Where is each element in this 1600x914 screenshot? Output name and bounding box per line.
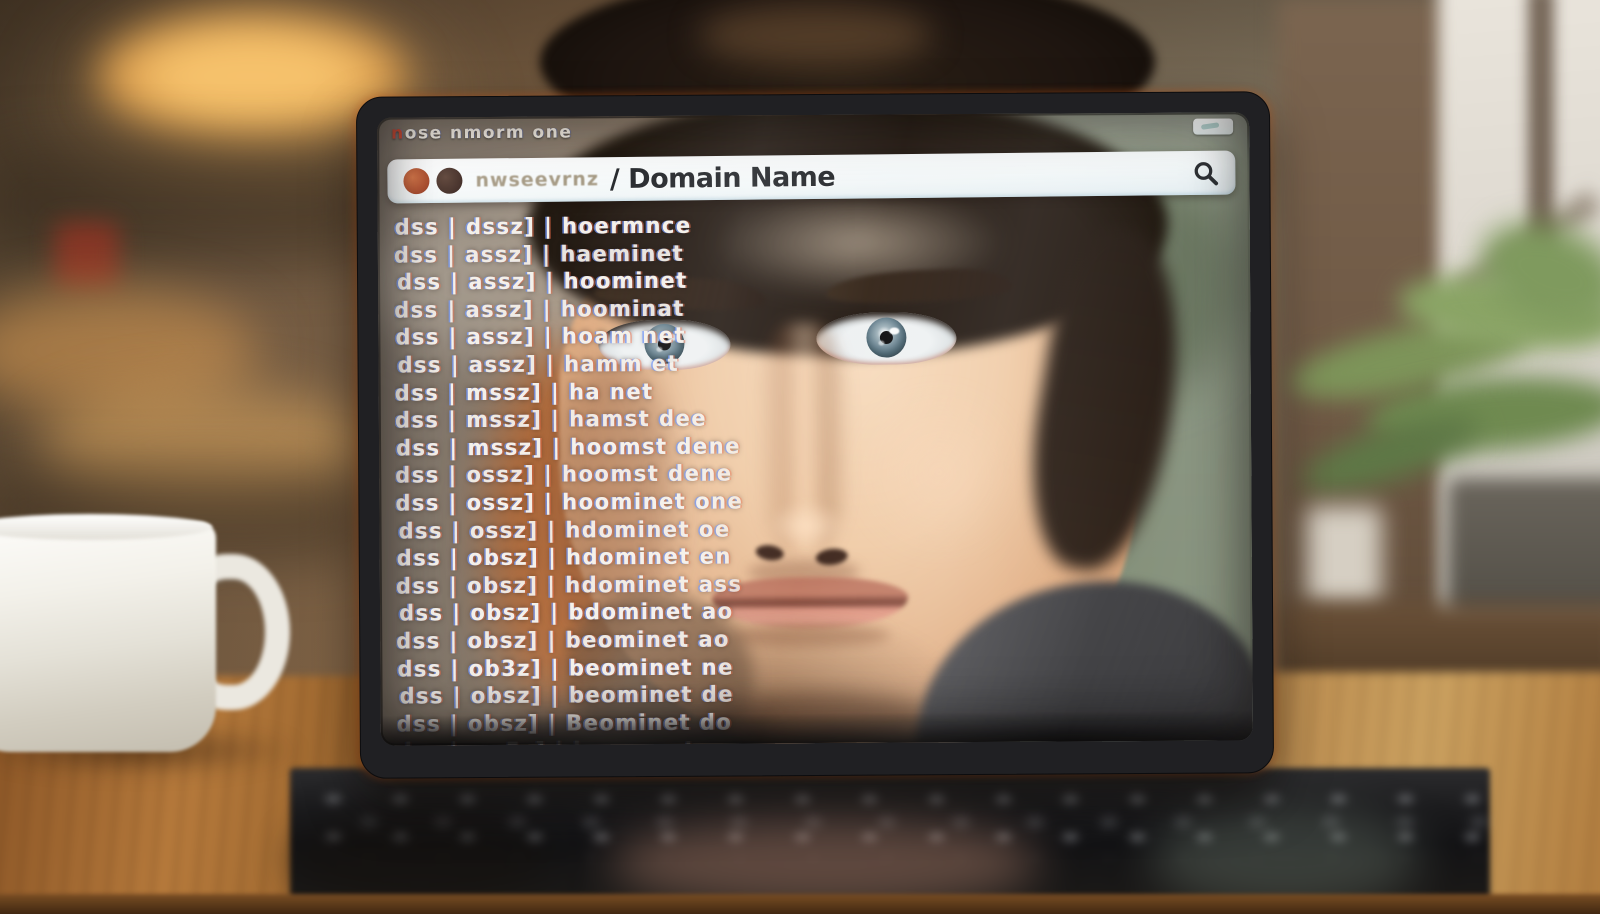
windowsill-item — [1306, 506, 1382, 604]
deck-shadow — [290, 808, 550, 908]
browser-tab-pill[interactable] — [1193, 118, 1233, 134]
search-query-text: / Domain Name — [610, 161, 836, 194]
shelf-red-item — [55, 222, 119, 288]
browser-window-title: nose nmorm one — [391, 122, 572, 143]
deck-reflection — [1150, 808, 1420, 908]
desk-front-edge — [0, 894, 1600, 914]
plant-pot — [1448, 478, 1600, 620]
results-list: dss | dssz] | hoermnce dss | assz] | hae… — [394, 210, 1017, 746]
laptop-keyboard-deck — [290, 768, 1490, 906]
scene: nose nmorm one nwseevrnz / Domain Name d… — [0, 0, 1600, 914]
laptop-screen: nose nmorm one nwseevrnz / Domain Name d… — [377, 112, 1253, 745]
laptop: nose nmorm one nwseevrnz / Domain Name d… — [356, 91, 1274, 779]
url-prefix-text: nwseevrnz — [475, 168, 599, 191]
coffee-mug — [0, 522, 216, 752]
window-button-orange[interactable] — [403, 168, 429, 194]
screen-bottom-shade — [381, 710, 1253, 745]
search-bar[interactable]: nwseevrnz / Domain Name — [387, 151, 1235, 204]
search-icon[interactable] — [1192, 159, 1219, 186]
window-button-brown[interactable] — [436, 168, 462, 194]
hair-highlight — [698, 4, 933, 66]
